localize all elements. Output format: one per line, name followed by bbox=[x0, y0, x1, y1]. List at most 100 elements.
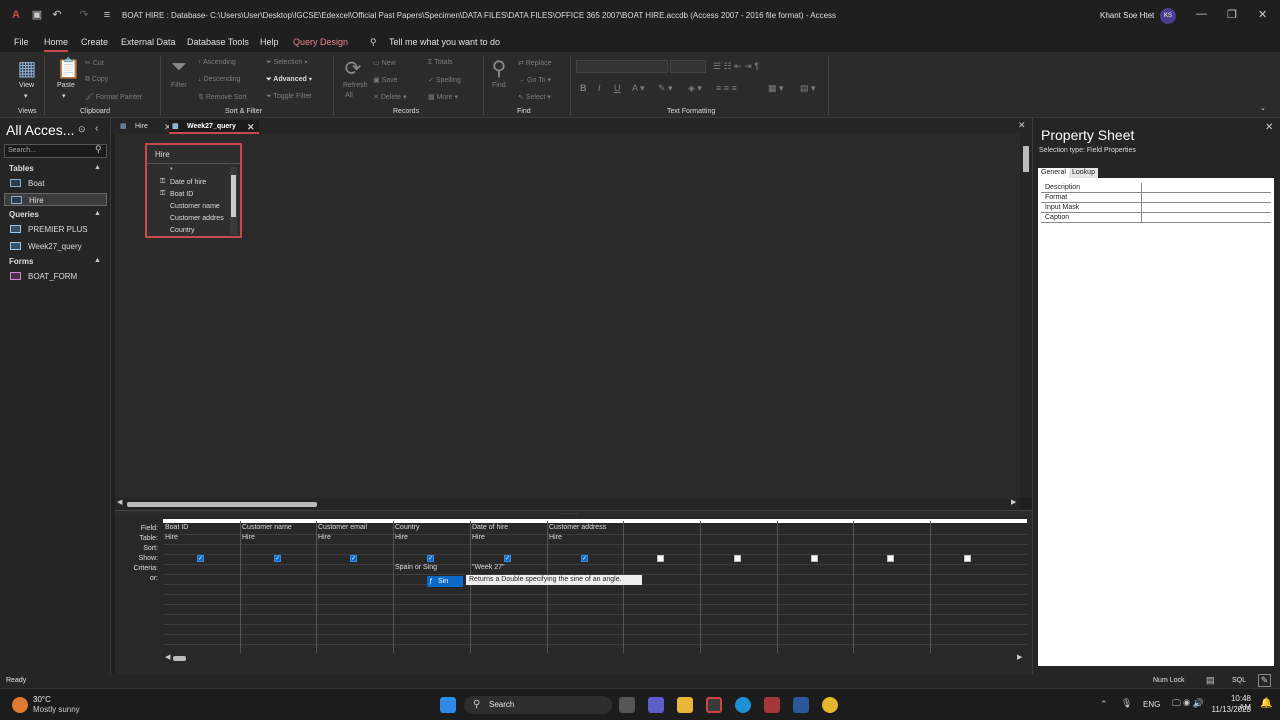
nav-item-boat-form[interactable]: BOAT_FORM bbox=[4, 270, 107, 283]
nav-item-week27-query[interactable]: Week27_query bbox=[4, 240, 107, 253]
cut-button[interactable]: ✂ Cut bbox=[85, 59, 104, 67]
chevron-up-icon[interactable]: ▲ bbox=[94, 257, 101, 264]
scroll-left-icon[interactable]: ◀ bbox=[117, 498, 122, 506]
format-painter-button[interactable]: 🖌 Format Painter bbox=[85, 93, 142, 101]
filter-button[interactable]: Filter bbox=[171, 82, 187, 89]
design-view-icon[interactable]: ✎ bbox=[1258, 674, 1271, 687]
close-icon[interactable]: ✕ bbox=[1258, 8, 1267, 21]
collapse-ribbon-icon[interactable]: ⌄ bbox=[1260, 104, 1266, 112]
sql-view-button[interactable]: SQL bbox=[1232, 677, 1246, 684]
show-checkbox[interactable] bbox=[657, 555, 664, 562]
close-tab-icon[interactable]: ✕ bbox=[247, 120, 255, 134]
view-icon[interactable]: ▦ bbox=[16, 56, 38, 81]
ascending-button[interactable]: ↑ Ascending bbox=[198, 59, 236, 66]
windows-start-icon[interactable] bbox=[440, 697, 456, 713]
menu-file[interactable]: File bbox=[14, 37, 29, 47]
field-cell[interactable]: Customer name bbox=[242, 524, 292, 531]
task-view-icon[interactable] bbox=[619, 697, 635, 713]
property-row[interactable]: Input Mask bbox=[1041, 203, 1271, 213]
weather-desc[interactable]: Mostly sunny bbox=[33, 705, 80, 714]
show-checkbox[interactable]: ✓ bbox=[504, 555, 511, 562]
show-checkbox[interactable]: ✓ bbox=[427, 555, 434, 562]
gridlines-icon[interactable]: ▦ ▾ bbox=[768, 83, 784, 94]
lightbulb-search-icon[interactable]: ⚲ bbox=[370, 37, 377, 48]
scroll-thumb[interactable] bbox=[173, 656, 186, 661]
teams-icon[interactable] bbox=[648, 697, 664, 713]
find-button[interactable]: Find bbox=[492, 82, 506, 89]
save-icon[interactable]: ▣ bbox=[30, 8, 44, 22]
show-checkbox[interactable]: ✓ bbox=[274, 555, 281, 562]
show-checkbox[interactable] bbox=[734, 555, 741, 562]
restore-icon[interactable]: ❐ bbox=[1227, 8, 1237, 21]
show-checkbox[interactable] bbox=[964, 555, 971, 562]
table-cell[interactable]: Hire bbox=[395, 534, 408, 541]
field-list-title[interactable]: Hire bbox=[155, 150, 170, 159]
field-item[interactable]: Date of hire bbox=[170, 179, 206, 186]
redo-icon[interactable]: ↷ bbox=[77, 8, 91, 22]
grid-horizontal-scrollbar[interactable]: ◀ ▶ bbox=[163, 653, 1027, 664]
nav-search-input[interactable]: Search... bbox=[4, 144, 107, 158]
group-forms[interactable]: Forms bbox=[9, 257, 33, 266]
canvas-horizontal-scrollbar[interactable]: ◀ ▶ bbox=[115, 498, 1020, 510]
notification-icon[interactable]: 🔔 bbox=[1260, 698, 1272, 709]
spelling-button[interactable]: ✓ Spelling bbox=[428, 76, 461, 84]
microphone-icon[interactable]: 🎙 bbox=[1121, 698, 1132, 709]
save-record-button[interactable]: ▣ Save bbox=[373, 76, 398, 84]
undo-icon[interactable]: ↶ bbox=[50, 8, 64, 22]
fill-color-icon[interactable]: ◈ ▾ bbox=[688, 83, 702, 94]
wifi-volume-icons[interactable]: 🖵 ◉ 🔊 bbox=[1172, 698, 1204, 709]
copy-button[interactable]: ⧉ Copy bbox=[85, 76, 108, 84]
field-cell[interactable]: Customer address bbox=[549, 524, 606, 531]
customize-quick-access-icon[interactable]: ≡ bbox=[100, 8, 114, 22]
chrome-icon[interactable] bbox=[822, 697, 838, 713]
find-icon[interactable]: ⚲ bbox=[488, 56, 510, 81]
menu-external-data[interactable]: External Data bbox=[121, 37, 176, 47]
chevron-up-icon[interactable]: ▲ bbox=[94, 164, 101, 171]
field-item[interactable]: Boat ID bbox=[170, 191, 193, 198]
menu-database-tools[interactable]: Database Tools bbox=[187, 37, 249, 47]
field-cell[interactable]: Date of hire bbox=[472, 524, 508, 531]
show-checkbox[interactable]: ✓ bbox=[197, 555, 204, 562]
highlight-icon[interactable]: ✎ ▾ bbox=[658, 83, 673, 94]
criteria-cell[interactable]: "Week 27" bbox=[472, 564, 504, 571]
close-property-sheet-icon[interactable]: ✕ bbox=[1265, 122, 1273, 133]
property-row[interactable]: Format bbox=[1041, 193, 1271, 203]
table-cell[interactable]: Hire bbox=[318, 534, 331, 541]
field-item[interactable]: Customer name bbox=[170, 203, 220, 210]
menu-create[interactable]: Create bbox=[81, 37, 108, 47]
advanced-button[interactable]: ⏷ Advanced ▾ bbox=[266, 76, 312, 84]
minimize-icon[interactable]: — bbox=[1196, 8, 1207, 20]
show-checkbox[interactable] bbox=[887, 555, 894, 562]
collapse-nav-icon[interactable]: ‹ bbox=[95, 123, 98, 134]
underline-icon[interactable]: U bbox=[614, 83, 621, 93]
alternate-row-icon[interactable]: ▤ ▾ bbox=[800, 83, 816, 94]
align-icons[interactable]: ≡ ≡ ≡ bbox=[716, 83, 737, 93]
nav-menu-icon[interactable]: ⊙ bbox=[78, 124, 86, 135]
tell-me-box[interactable]: Tell me what you want to do bbox=[389, 37, 500, 47]
paste-dropdown-icon[interactable]: ▾ bbox=[62, 92, 66, 100]
field-item[interactable]: Customer addres bbox=[170, 215, 224, 222]
font-color-icon[interactable]: A ▾ bbox=[632, 83, 645, 94]
scroll-right-icon[interactable]: ▶ bbox=[1011, 498, 1016, 506]
close-document-icon[interactable]: ✕ bbox=[1018, 120, 1026, 131]
field-item-all[interactable]: * bbox=[170, 167, 173, 174]
field-list-scroll-thumb[interactable] bbox=[231, 175, 236, 217]
delete-record-button[interactable]: ✕ Delete ▾ bbox=[373, 93, 407, 101]
app-icon[interactable] bbox=[706, 697, 722, 713]
selection-button[interactable]: ⏷ Selection ▾ bbox=[266, 59, 308, 67]
word-icon[interactable] bbox=[793, 697, 809, 713]
language-indicator[interactable]: ENG bbox=[1143, 700, 1160, 709]
avatar[interactable]: KS bbox=[1160, 8, 1176, 24]
font-name-box[interactable] bbox=[576, 60, 668, 73]
refresh-icon[interactable]: ⟳ bbox=[342, 56, 364, 81]
nav-item-boat[interactable]: Boat bbox=[4, 177, 107, 190]
tab-general[interactable]: General bbox=[1038, 168, 1069, 178]
weather-temp[interactable]: 30°C bbox=[33, 695, 51, 704]
user-name[interactable]: Khant Soe Htet bbox=[1100, 11, 1154, 20]
file-explorer-icon[interactable] bbox=[677, 697, 693, 713]
edge-icon[interactable] bbox=[735, 697, 751, 713]
tab-lookup[interactable]: Lookup bbox=[1069, 168, 1098, 178]
refresh-button[interactable]: Refresh bbox=[343, 82, 368, 89]
search-icon[interactable]: ⚲ bbox=[95, 144, 102, 155]
new-record-button[interactable]: ▭ New bbox=[373, 59, 396, 67]
